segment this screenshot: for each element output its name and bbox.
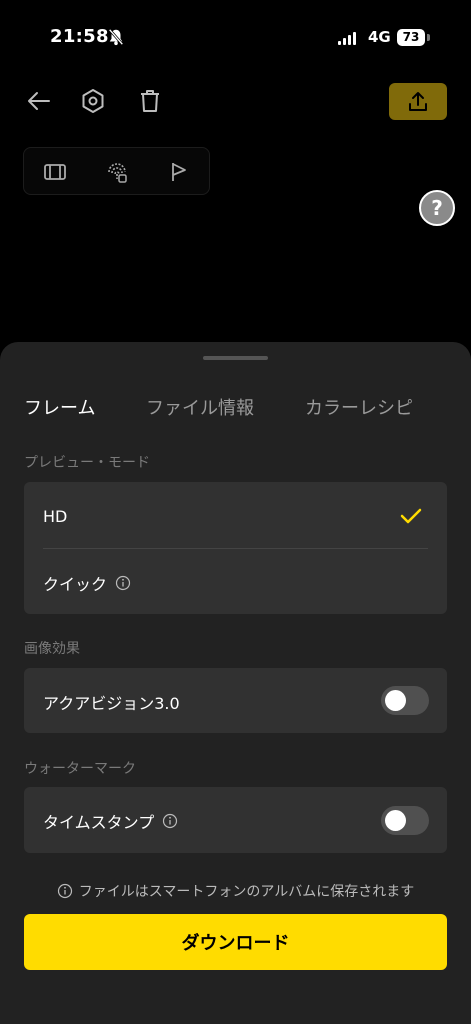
option-hd[interactable]: HD — [43, 507, 67, 526]
back-arrow-icon[interactable] — [24, 86, 54, 116]
status-bar: 21:58 4G 73 — [0, 0, 471, 76]
tab-frame[interactable]: フレーム — [24, 394, 95, 420]
hexagon-settings-icon[interactable] — [78, 86, 108, 116]
option-quick-label: クイック — [43, 575, 108, 594]
save-note-text: ファイルはスマートフォンのアルバムに保存されます — [78, 884, 415, 900]
aquavision-row: アクアビジョン3.0 — [43, 690, 180, 714]
image-effect-card: アクアビジョン3.0 — [24, 668, 447, 733]
download-button[interactable]: ダウンロード — [24, 914, 447, 970]
sheet-handle[interactable] — [203, 356, 268, 360]
aquavision-toggle[interactable] — [381, 686, 429, 715]
watermark-label: ウォーターマーク — [24, 761, 136, 777]
toggle-knob — [385, 810, 406, 831]
battery-icon: 73 — [397, 29, 425, 46]
battery-tip — [427, 34, 430, 41]
save-note: ファイルはスマートフォンのアルバムに保存されます — [0, 881, 471, 901]
option-quick[interactable]: クイック — [43, 571, 131, 595]
preview-mode-label: プレビュー・モード — [24, 455, 150, 471]
fingerprint-icon[interactable] — [105, 160, 129, 184]
info-icon[interactable] — [115, 575, 131, 591]
tab-file-info[interactable]: ファイル情報 — [146, 394, 254, 420]
trash-icon[interactable] — [135, 86, 165, 116]
signal-icon — [338, 32, 356, 45]
help-button[interactable]: ? — [419, 190, 455, 226]
checkmark-icon — [400, 508, 422, 524]
upload-button[interactable] — [389, 83, 447, 120]
mode-selector — [23, 147, 210, 195]
option-hd-label: HD — [43, 507, 68, 526]
timestamp-row: タイムスタンプ — [43, 809, 178, 833]
upload-icon — [409, 91, 427, 111]
aquavision-label: アクアビジョン3.0 — [43, 694, 180, 713]
info-icon — [57, 883, 72, 899]
timestamp-toggle[interactable] — [381, 806, 429, 835]
flag-icon[interactable] — [167, 160, 191, 184]
toggle-knob — [385, 690, 406, 711]
bell-muted-icon — [108, 28, 124, 46]
preview-mode-card: HD クイック — [24, 482, 447, 614]
network-type: 4G — [368, 28, 391, 46]
tab-color-recipe[interactable]: カラーレシピ — [305, 394, 413, 420]
watermark-card: タイムスタンプ — [24, 787, 447, 853]
image-effect-label: 画像効果 — [24, 641, 80, 657]
film-icon[interactable] — [43, 160, 67, 184]
info-icon[interactable] — [162, 813, 178, 829]
timestamp-label: タイムスタンプ — [43, 813, 155, 832]
status-time: 21:58 — [50, 26, 109, 47]
divider — [43, 548, 428, 549]
bottom-sheet: フレーム ファイル情報 カラーレシピ プレビュー・モード HD クイック 画像効… — [0, 342, 471, 1024]
